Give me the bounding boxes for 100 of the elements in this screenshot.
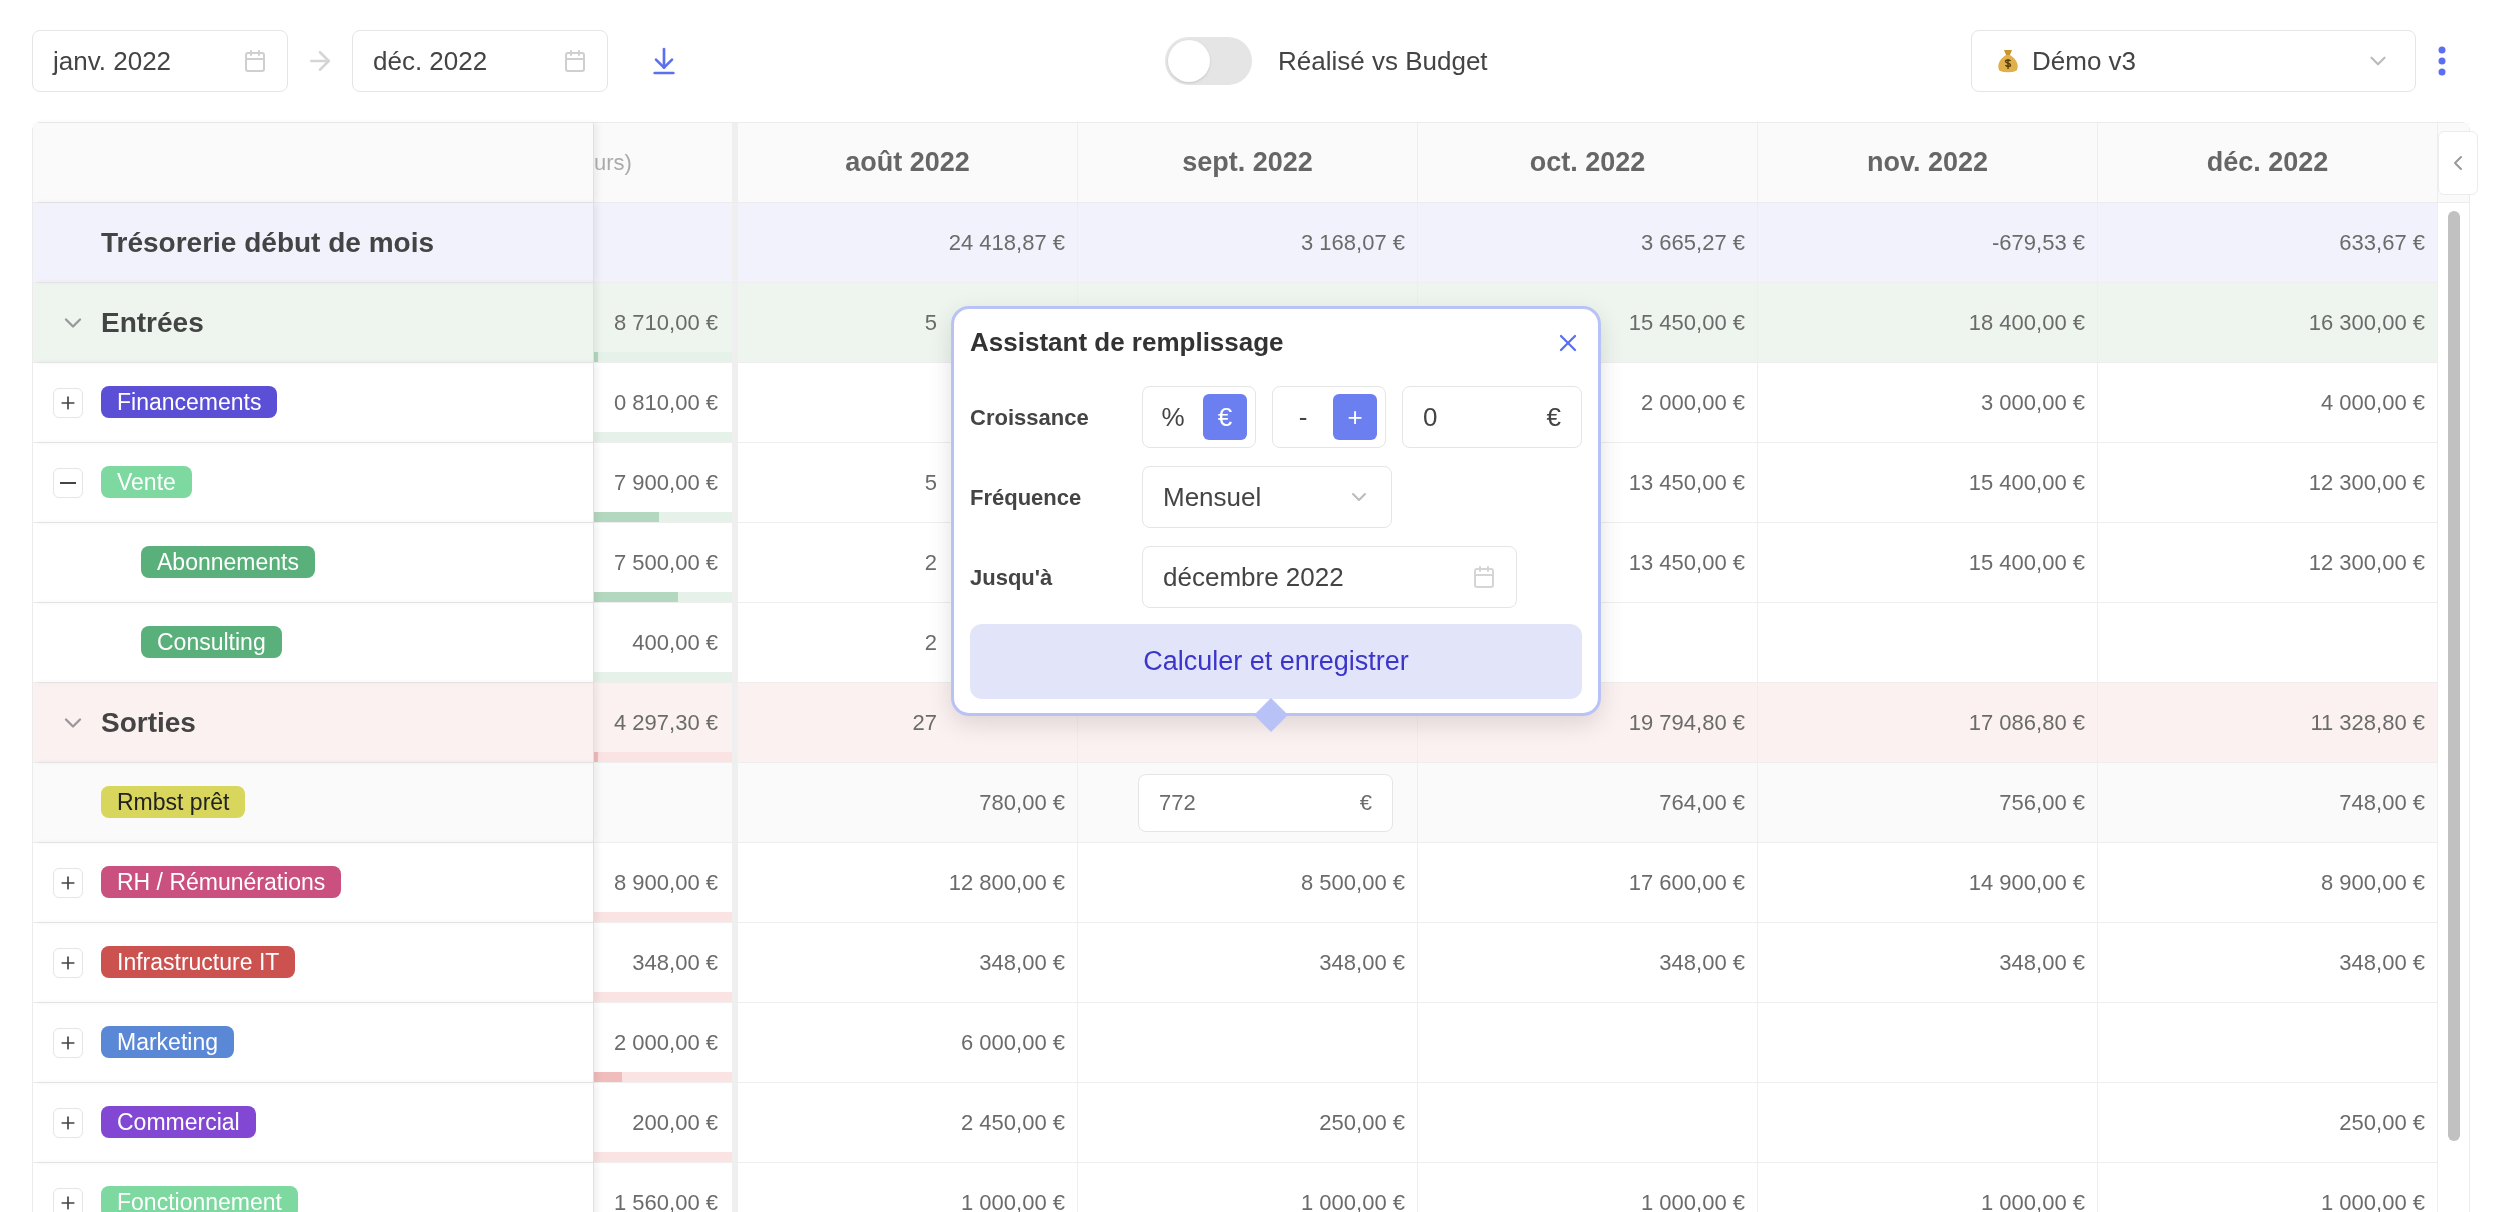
amount-cell-text: 15 450,00 € [1628, 309, 1745, 337]
amount-cell-text: 1 000,00 € [961, 1189, 1065, 1212]
amount-cell-text: 12 300,00 € [2308, 549, 2425, 577]
calendar-icon [563, 49, 587, 73]
frequency-select[interactable]: Mensuel [1142, 466, 1392, 528]
amount-cell-text: 13 450,00 € [1628, 549, 1745, 577]
amount-cell-text: 200,00 € [632, 1109, 718, 1137]
row-label: Trésorerie début de mois [101, 225, 434, 260]
start-date-field[interactable]: janv. 2022 [32, 30, 288, 92]
amount-cell-text: 1 000,00 € [2321, 1189, 2425, 1212]
amount-cell-text: 7 900,00 € [614, 469, 718, 497]
amount-cell-text: 11 328,80 € [2310, 709, 2425, 737]
until-date-field[interactable]: décembre 2022 [1142, 546, 1517, 608]
category-tag[interactable]: Rmbst prêt [101, 786, 246, 819]
amount-cell-text: 3 168,07 € [1301, 229, 1405, 257]
amount-cell-text: 348,00 € [1999, 949, 2085, 977]
unit-toggle[interactable]: % € [1142, 386, 1256, 448]
segment-option[interactable]: % [1151, 394, 1195, 440]
more-menu-button[interactable] [2438, 46, 2446, 76]
amount-cell-text: 17 086,80 € [1968, 709, 2085, 737]
scrollbar[interactable] [2447, 211, 2460, 1141]
more-vertical-icon [2438, 46, 2446, 76]
calendar-icon [1472, 565, 1496, 589]
amount-cell-text: 24 418,87 € [948, 229, 1065, 257]
amount-cell-text: 756,00 € [1999, 789, 2085, 817]
amount-cell-text: 2 [924, 549, 937, 577]
amount-cell-text: 18 400,00 € [1968, 309, 2085, 337]
column-header: oct. 2022 [1529, 146, 1646, 180]
category-tag[interactable]: Marketing [101, 1026, 234, 1059]
amount-cell-text: 348,00 € [1659, 949, 1745, 977]
amount-cell-text: 348,00 € [979, 949, 1065, 977]
toggle-label: Réalisé vs Budget [1278, 44, 1488, 78]
sign-toggle[interactable]: - + [1272, 386, 1386, 448]
amount-cell-text: 15 400,00 € [1968, 469, 2085, 497]
field-label: Fréquence [970, 483, 1083, 512]
amount-cell-text: 6 000,00 € [961, 1029, 1065, 1057]
category-tag[interactable]: Infrastructure IT [101, 946, 296, 979]
expand-button[interactable] [53, 867, 83, 898]
amount-cell-text: 2 450,00 € [961, 1109, 1065, 1137]
column-header: nov. 2022 [1866, 146, 1989, 180]
amount-cell-text: 400,00 € [632, 629, 718, 657]
amount-cell-text: 15 400,00 € [1968, 549, 2085, 577]
amount-cell-text: 250,00 € [2339, 1109, 2425, 1137]
expand-button[interactable] [53, 387, 83, 418]
amount-cell-text: 1 000,00 € [1301, 1189, 1405, 1212]
amount-cell-text: 1 000,00 € [1641, 1189, 1745, 1212]
amount-cell-text: 8 500,00 € [1301, 869, 1405, 897]
toggle-switch[interactable] [1165, 37, 1252, 85]
amount-cell-text: 4 000,00 € [2321, 389, 2425, 417]
amount-cell-text: 1 560,00 € [614, 1189, 718, 1212]
minus-icon [60, 481, 76, 484]
amount-cell-text: 8 710,00 € [614, 309, 718, 337]
amount-cell-text: 2 000,00 € [614, 1029, 718, 1057]
column-header: déc. 2022 [2206, 146, 2329, 180]
category-tag[interactable]: RH / Rémunérations [101, 866, 342, 899]
amount-cell-text: 5 [924, 309, 937, 337]
amount-cell-text: 8 900,00 € [2321, 869, 2425, 897]
amount-field[interactable]: 772 € [1138, 773, 1393, 832]
money-bag-icon [1996, 48, 2020, 74]
amount-cell-text: 3 665,27 € [1641, 229, 1745, 257]
group-label: Sorties [101, 705, 196, 740]
amount-cell-text: 348,00 € [2339, 949, 2425, 977]
amount-cell-text: -679,53 € [1992, 229, 2085, 257]
amount-cell-text: 12 300,00 € [2308, 469, 2425, 497]
category-tag[interactable]: Commercial [101, 1106, 256, 1139]
amount-cell-text: 748,00 € [2339, 789, 2425, 817]
expand-button[interactable] [53, 1187, 83, 1212]
amount-cell-text: 12 800,00 € [948, 869, 1065, 897]
amount-cell-text: 348,00 € [1319, 949, 1405, 977]
end-date-field[interactable]: déc. 2022 [352, 30, 608, 92]
segment-option[interactable]: - [1281, 394, 1325, 440]
amount-cell-text: 5 [924, 469, 937, 497]
scenario-dropdown[interactable]: Démo v3 [1971, 30, 2416, 92]
amount-cell-text: 27 [912, 709, 937, 737]
amount-cell-text: 764,00 € [1659, 789, 1745, 817]
field-label: Croissance [970, 403, 1090, 432]
amount-cell-text: 4 297,30 € [614, 709, 718, 737]
column-header: sept. 2022 [1182, 146, 1313, 180]
group-label: Entrées [101, 305, 204, 340]
growth-input[interactable]: 0 € [1402, 386, 1582, 448]
amount-cell-text: 1 000,00 € [1981, 1189, 2085, 1212]
amount-cell-text: 7 500,00 € [614, 549, 718, 577]
segment-option[interactable]: € [1203, 394, 1247, 440]
popover-title: Assistant de remplissage [970, 326, 1284, 359]
column-header: août 2022 [845, 146, 970, 180]
amount-cell-text: 2 [924, 629, 937, 657]
amount-cell-text: 348,00 € [632, 949, 718, 977]
amount-cell-text: 250,00 € [1319, 1109, 1405, 1137]
column-header: urs) [594, 149, 632, 177]
expand-button[interactable] [53, 467, 83, 498]
amount-cell-text: 14 900,00 € [1968, 869, 2085, 897]
category-tag[interactable]: Financements [101, 386, 278, 419]
calculate-save-button[interactable]: Calculer et enregistrer [970, 624, 1582, 699]
amount-cell-text: 13 450,00 € [1628, 469, 1745, 497]
expand-button[interactable] [53, 947, 83, 978]
amount-cell-text: 0 810,00 € [614, 389, 718, 417]
segment-option[interactable]: + [1333, 394, 1377, 440]
expand-button[interactable] [53, 1027, 83, 1058]
expand-button[interactable] [53, 1107, 83, 1138]
amount-cell-text: 780,00 € [979, 789, 1065, 817]
